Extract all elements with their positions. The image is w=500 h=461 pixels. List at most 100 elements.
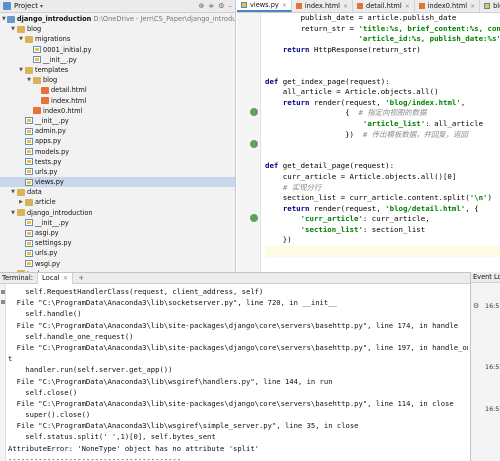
py-file-icon [25,229,33,237]
terminal-tool-icon[interactable] [1,300,5,304]
tree-item-label: __init__.py [35,116,69,125]
tree-item[interactable]: ▼ templates [0,65,235,75]
editor-tab-label: blog\urls.py [493,2,500,10]
tree-item[interactable]: __init__.py [0,218,235,228]
chevron-down-icon[interactable]: ▼ [18,36,24,42]
editor-tab-label: index.html [304,2,340,10]
tree-item[interactable]: views.py [0,177,235,188]
code-token: HttpResponse(return_str) [309,44,421,54]
gear-icon[interactable]: ⚙ [218,2,224,10]
tree-item[interactable]: admin.py [0,126,235,136]
hide-icon[interactable]: – [229,2,233,10]
gutter-marker[interactable] [250,140,259,148]
tree-item[interactable]: ▼ django_introduction D:\OneDrive - Jerr\C… [0,14,235,24]
tree-item[interactable]: ▶ article [0,197,235,207]
chevron-down-icon[interactable]: ▼ [18,67,24,73]
code-line: return_str = 'title:%s, brief_content:%s… [265,24,500,35]
code-token: 'article_id:%s, publish_date:%s' [358,34,500,44]
tree-item[interactable]: __init__.py [0,116,235,126]
tree-item[interactable]: index.html [0,96,235,106]
terminal-tab-local[interactable]: Local × [37,272,74,284]
code-line: { # 指定向视图的数据 [265,108,500,119]
tree-item-label: templates [35,66,69,75]
terminal-output[interactable]: self.RequestHandlerClass(request, client… [8,286,468,461]
code-token: section_list = curr_article.content.spli… [265,193,470,203]
gutter-marker[interactable] [250,108,259,116]
code-token: curr_article = Article.objects.all()[0] [265,171,457,181]
close-icon[interactable]: × [63,274,69,282]
close-icon[interactable]: × [282,2,287,9]
tree-item[interactable]: models.py [0,146,235,156]
chevron-right-icon[interactable]: ▶ [18,199,24,205]
code-line: def get_detail_page(request): [265,161,500,172]
close-icon[interactable]: × [343,3,348,10]
tree-item[interactable]: ▼ blog [0,24,235,34]
chevron-down-icon[interactable]: ▼ [26,77,32,83]
tree-item[interactable]: ▼ data [0,187,235,197]
py-file-icon [25,249,33,257]
settings-icon[interactable]: ⚙ [473,302,479,310]
code-area[interactable]: publish_date = article.publish_date retu… [237,13,500,272]
terminal-line: File "C:\ProgramData\Anaconda3\lib\wsgir… [8,421,359,431]
run-gutter-icon[interactable] [250,214,258,222]
html-file-icon [41,97,49,105]
event-log-title[interactable]: Event Log [471,272,500,283]
tree-item[interactable]: wsgi.py [0,259,235,269]
tree-item[interactable]: urls.py [0,167,235,177]
locate-icon[interactable]: ⊕ [198,2,204,10]
run-gutter-icon[interactable] [250,108,258,116]
tree-item[interactable]: index0.html [0,106,235,116]
close-icon[interactable]: × [405,3,410,10]
tree-item[interactable]: tests.py [0,157,235,167]
tree-item[interactable]: settings.py [0,238,235,248]
code-line: return HttpResponse(return_str) [265,45,500,56]
tree-item-label: detail.html [51,86,87,95]
gutter-marker[interactable] [250,214,259,222]
run-gutter-icon[interactable] [250,140,258,148]
editor-tab[interactable]: index0.html × [415,0,481,12]
tree-item[interactable]: urls.py [0,248,235,258]
chevron-down-icon[interactable]: ▼ [10,189,16,195]
event-time: 16:52 [485,405,500,413]
chevron-down-icon[interactable]: ▼ [10,26,16,32]
py-file-icon [25,239,33,247]
py-file-icon [25,137,33,145]
close-icon[interactable]: × [470,3,475,10]
editor-tab[interactable]: views.py × [237,0,292,12]
add-terminal-icon[interactable]: + [78,274,84,282]
chevron-down-icon[interactable]: ▼ [10,210,16,216]
tree-item[interactable]: asgi.py [0,228,235,238]
code-line: def get_index_page(request): [265,77,500,88]
tree-item[interactable]: __init__.py [0,55,235,65]
code-lines[interactable]: publish_date = article.publish_date retu… [265,13,500,257]
collapse-icon[interactable]: ≑ [208,2,214,10]
tree-item[interactable]: 0001_initial.py [0,45,235,55]
code-token: render(request, [309,97,386,107]
tree-item-label: index0.html [43,106,83,115]
tree-item[interactable]: apps.py [0,136,235,146]
tree-item[interactable]: detail.html [0,85,235,95]
py-file-icon [25,168,33,176]
chevron-down-icon[interactable]: ▾ [40,3,43,10]
folder-icon [17,25,25,33]
py-file-icon [25,117,33,125]
code-token: 'article_list' [362,118,426,128]
editor-tab[interactable]: index.html × [292,0,354,12]
editor-tab[interactable]: detail.html × [353,0,415,12]
editor-tab-label: index0.html [427,2,468,10]
editor-tab[interactable]: blog\urls.py× [480,0,500,12]
terminal-line: File "C:\ProgramData\Anaconda3\lib\site-… [8,398,454,408]
tree-item-label: blog [27,25,42,34]
chevron-down-icon[interactable]: ▼ [2,16,6,22]
tree-item-label: asgi.py [35,229,59,238]
terminal-tool-icon[interactable] [1,290,5,294]
tree-item[interactable]: ▼ migrations [0,34,235,44]
html-file-icon [33,107,41,115]
tree-item[interactable]: ▼ django_introduction [0,208,235,218]
code-token: render(request, [309,203,386,213]
terminal-line: self.handle() [8,309,82,319]
folder-icon [33,76,41,84]
tree-item[interactable]: ▼ blog [0,75,235,85]
project-panel-title[interactable]: Project [14,2,38,10]
